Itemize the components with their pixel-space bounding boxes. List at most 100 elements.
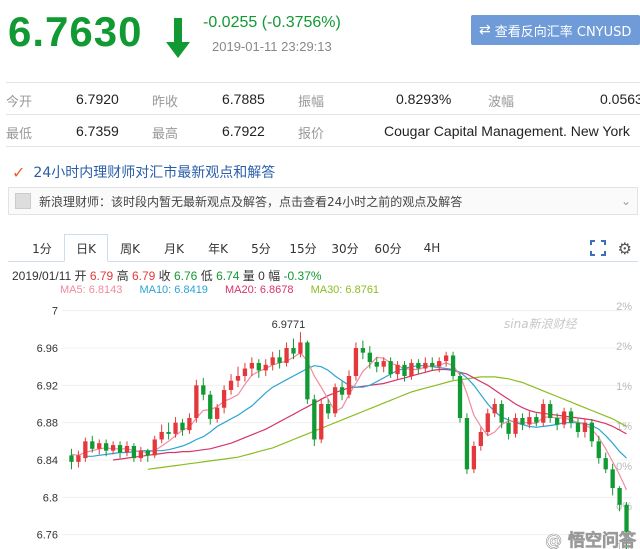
amplitude-label: 幅: [268, 269, 281, 283]
candle-body: [256, 362, 261, 371]
candle-body: [367, 352, 372, 362]
candle-body: [319, 404, 324, 440]
y-tick-label: 7: [52, 306, 58, 318]
candle-body: [423, 362, 428, 369]
candle-body: [152, 439, 157, 456]
y-tick-label: 6.96: [37, 343, 58, 355]
pct-tick-label: 2%: [616, 341, 632, 353]
candle-body: [541, 404, 546, 423]
candle-body: [332, 387, 338, 414]
candle-body: [374, 362, 379, 367]
candle-body: [457, 376, 463, 418]
candle-body: [492, 404, 497, 414]
candle-body: [284, 348, 289, 363]
candle-body: [187, 418, 192, 431]
candle-body: [138, 450, 144, 459]
candle-body: [124, 446, 130, 453]
stat-value: 6.7920: [76, 91, 119, 107]
down-arrow-icon: [166, 18, 190, 58]
candle-body: [575, 422, 581, 432]
ma20-label: MA20: 6.8678: [225, 284, 294, 296]
candle-body: [554, 418, 560, 425]
candle-body: [395, 364, 400, 375]
chevron-down-icon[interactable]: ⌄: [621, 194, 631, 208]
candle-body: [110, 445, 116, 451]
candle-body: [201, 385, 206, 395]
candle-body: [104, 443, 109, 451]
fullscreen-icon[interactable]: [590, 240, 606, 256]
candle-body: [582, 422, 588, 432]
candle-body: [235, 376, 241, 381]
stat-label: 最低: [6, 127, 33, 142]
advice-box[interactable]: 新浪理财师：该时段内暂无最新观点及解答，点击查看24小时之前的观点及解答 ⌄: [8, 187, 638, 215]
stat-label: 波幅: [488, 95, 515, 110]
stat-label: 报价: [298, 127, 325, 142]
candle-body: [360, 348, 366, 353]
candle-body: [388, 361, 393, 375]
candle-body: [478, 432, 483, 446]
close-value: 6.76: [174, 269, 198, 283]
tab-60min[interactable]: 60分: [366, 234, 410, 262]
chart-tabs: 1分 日K 周K 月K 年K 5分 15分 30分 60分 4H ⚙: [8, 234, 638, 262]
candle-body: [416, 362, 421, 369]
candle-body: [589, 422, 594, 442]
tab-monthly[interactable]: 月K: [152, 234, 196, 262]
high-label: 高: [116, 269, 129, 283]
candle-body: [443, 355, 449, 362]
y-tick-label: 6.88: [37, 418, 58, 430]
candlestick-chart[interactable]: 76.966.926.886.846.86.762%2%1%1%0%0%-1%s…: [0, 296, 640, 549]
ma-legend: MA5: 6.8143 MA10: 6.8419 MA20: 6.8678 MA…: [60, 284, 393, 296]
advice-title[interactable]: ✓ 24小时内理财师对汇市最新观点和解答: [12, 162, 275, 182]
candle-body: [305, 342, 310, 400]
y-tick-label: 6.92: [37, 380, 58, 392]
candle-body: [97, 443, 102, 449]
current-price: 6.7630: [8, 8, 143, 55]
candle-body: [263, 364, 268, 371]
ma30-label: MA30: 6.8761: [310, 284, 380, 296]
reverse-rate-button[interactable]: ⇄ 查看反向汇率 CNYUSD: [471, 15, 640, 45]
stat-value: 6.7885: [222, 91, 265, 107]
candle-body: [409, 362, 414, 376]
tab-4h[interactable]: 4H: [410, 234, 454, 262]
tab-15min[interactable]: 15分: [282, 234, 324, 262]
gear-icon[interactable]: ⚙: [618, 239, 632, 258]
candle-body: [610, 469, 615, 488]
candle-body: [159, 432, 164, 440]
ma5-label: MA5: 6.8143: [60, 284, 123, 296]
pct-tick-label: 0%: [616, 461, 632, 473]
candle-body: [513, 418, 518, 434]
stat-label: 昨收: [152, 95, 179, 110]
candle-body: [499, 404, 504, 423]
candle-body: [291, 348, 296, 354]
reverse-rate-label: 查看反向汇率 CNYUSD: [494, 24, 632, 40]
price-change: -0.0255 (-0.3756%): [203, 14, 341, 31]
tab-5min[interactable]: 5分: [240, 234, 282, 262]
open-value: 6.79: [89, 269, 114, 283]
tab-30min[interactable]: 30分: [324, 234, 366, 262]
tab-daily[interactable]: 日K: [64, 234, 108, 262]
advice-title-text: 24小时内理财师对汇市最新观点和解答: [33, 165, 276, 181]
candle-body: [437, 361, 442, 367]
candle-body: [485, 413, 490, 432]
candle-body: [402, 364, 407, 376]
volume-label: 量: [242, 269, 255, 283]
low-value: 6.74: [216, 269, 240, 283]
volume-value: 0: [258, 269, 265, 283]
open-label: 开: [74, 269, 87, 283]
candle-body: [326, 404, 331, 414]
tab-weekly[interactable]: 周K: [108, 234, 152, 262]
candle-body: [69, 455, 74, 462]
close-label: 收: [158, 269, 171, 283]
candle-body: [617, 488, 622, 505]
tab-yearly[interactable]: 年K: [196, 234, 240, 262]
stat-value: 6.7922: [222, 123, 265, 139]
candle-body: [596, 441, 601, 459]
candle-body: [221, 390, 227, 408]
pct-tick-label: 1%: [616, 421, 632, 433]
low-label: 低: [200, 269, 213, 283]
y-tick-label: 6.8: [43, 492, 58, 504]
candle-body: [534, 417, 539, 423]
y-tick-label: 6.76: [37, 530, 58, 542]
tab-1min[interactable]: 1分: [20, 234, 64, 262]
sina-watermark: sina新浪财经: [504, 317, 579, 331]
